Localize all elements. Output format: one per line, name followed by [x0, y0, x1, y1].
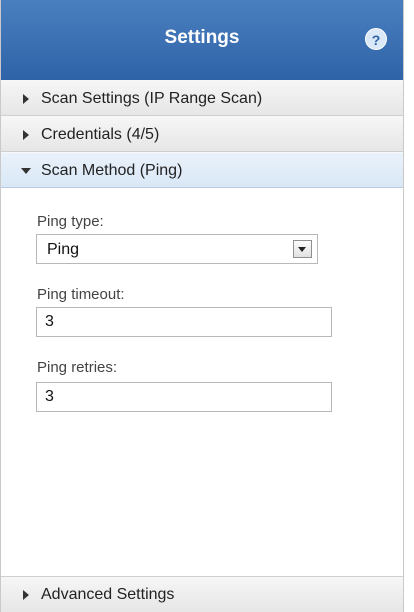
chevron-down-icon: [298, 247, 306, 252]
ping-retries-input[interactable]: [36, 382, 332, 412]
settings-header: Settings ?: [1, 0, 403, 81]
settings-panel: Settings ? Scan Settings (IP Range Scan)…: [0, 0, 404, 612]
section-credentials[interactable]: Credentials (4/5): [1, 116, 403, 152]
dropdown-button[interactable]: [293, 240, 312, 258]
section-scan-settings[interactable]: Scan Settings (IP Range Scan): [1, 80, 403, 116]
ping-timeout-input[interactable]: [36, 307, 332, 337]
ping-type-value: Ping: [47, 241, 80, 258]
ping-retries-label: Ping retries:: [37, 359, 118, 376]
chevron-right-icon: [23, 130, 29, 140]
chevron-down-icon: [21, 168, 31, 174]
header-title: Settings: [164, 27, 240, 48]
ping-type-select[interactable]: Ping: [36, 234, 318, 264]
chevron-right-icon: [23, 590, 29, 600]
section-scan-method[interactable]: Scan Method (Ping): [1, 152, 403, 188]
section-label: Advanced Settings: [41, 586, 175, 603]
ping-timeout-label: Ping timeout:: [37, 286, 125, 303]
chevron-right-icon: [23, 94, 29, 104]
ping-type-label: Ping type:: [37, 213, 104, 230]
section-label: Credentials (4/5): [41, 126, 160, 143]
section-label: Scan Method (Ping): [41, 162, 183, 179]
section-label: Scan Settings (IP Range Scan): [41, 90, 263, 107]
section-advanced-settings[interactable]: Advanced Settings: [1, 576, 403, 612]
help-icon[interactable]: ?: [365, 28, 387, 50]
